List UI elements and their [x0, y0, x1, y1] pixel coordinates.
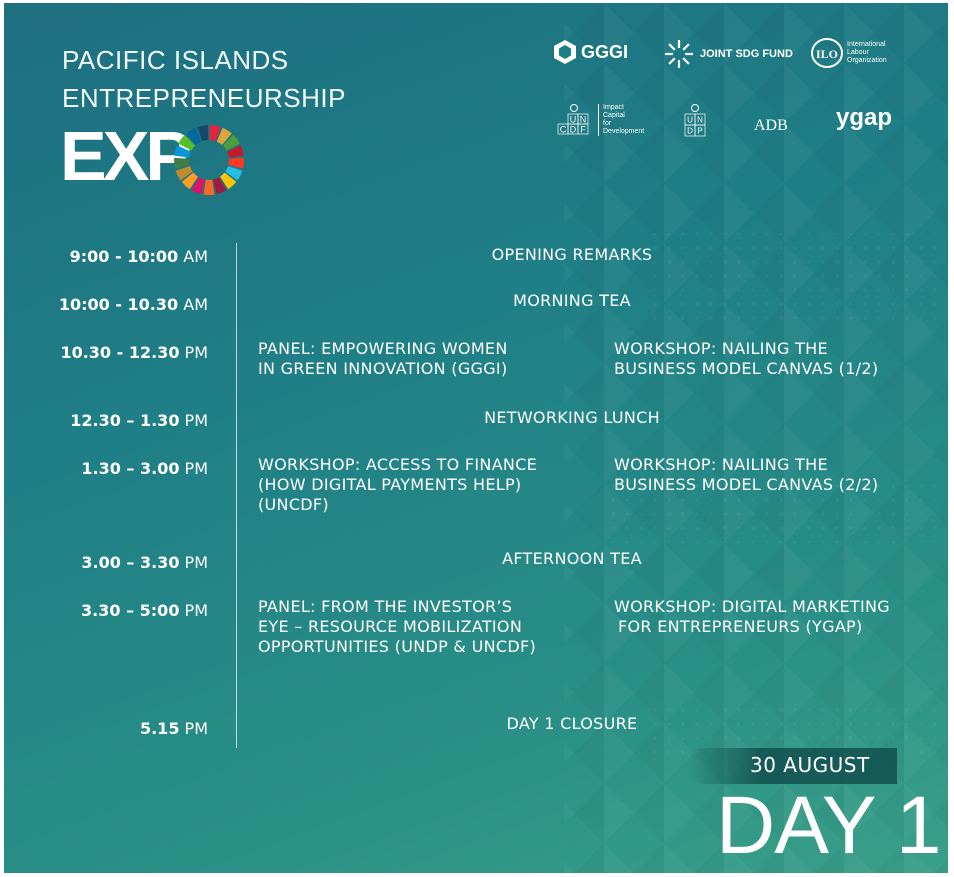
ygap-logo-text: ygap [836, 104, 893, 131]
sdg-wheel-icon [174, 125, 244, 195]
title-line-2: ENTREPRENEURSHIP [62, 83, 346, 113]
uncdf-grid-icon: UN CDF [557, 104, 589, 135]
session-line: EYE – RESOURCE MOBILIZATION [258, 617, 523, 636]
day-label: DAY 1 [716, 780, 941, 871]
session-line: WORKSHOP: DIGITAL MARKETING [614, 597, 890, 616]
session-left: PANEL: FROM THE INVESTOR’S EYE – RESOURC… [258, 597, 536, 657]
time-range: 12.30 – 1.30 [70, 411, 180, 430]
svg-text:D: D [570, 125, 577, 135]
session-left: PANEL: EMPOWERING WOMEN IN GREEN INNOVAT… [258, 339, 508, 379]
event-poster: PACIFIC ISLANDS ENTREPRENEURSHIP EXP GGG… [4, 3, 948, 873]
sdg-fund-burst-icon [665, 40, 693, 68]
event-title: AFTERNOON TEA [502, 549, 642, 568]
time-range: 9:00 - 10:00 [69, 247, 179, 266]
svg-text:N: N [697, 116, 703, 125]
session-line: BUSINESS MODEL CANVAS (1/2) [614, 359, 879, 378]
time-period: PM [179, 459, 208, 478]
schedule-time: 3.00 – 3.30 PM [8, 553, 208, 573]
session-line: OPPORTUNITIES (UNDP & UNCDF) [258, 637, 537, 656]
session-line: IN GREEN INNOVATION (GGGI) [258, 359, 508, 378]
uncdf-text-4: Development [603, 128, 645, 135]
uncdf-text-3: for [603, 120, 612, 127]
event-title: OPENING REMARKS [491, 245, 653, 264]
session-line: (UNCDF) [258, 495, 329, 514]
title-line-1: PACIFIC ISLANDS [62, 45, 289, 75]
schedule-divider [236, 243, 237, 748]
session-line: FOR ENTREPRENEURS (YGAP) [618, 617, 863, 636]
sdg-wheel-segment [203, 179, 215, 195]
time-range: 3.00 – 3.30 [81, 553, 180, 572]
joint-sdg-fund-text: JOINT SDG FUND [700, 48, 793, 60]
adb-logo: ADB [754, 117, 788, 135]
svg-text:ILO: ILO [816, 47, 838, 61]
ilo-text-1: International [847, 41, 886, 48]
svg-text:U: U [570, 115, 577, 125]
title-expo: EXP [60, 117, 192, 195]
gggi-logo-text: GGGI [581, 41, 629, 62]
time-period: PM [179, 601, 208, 620]
uncdf-logo: UN CDF Impact Capital for Development [554, 103, 644, 137]
time-range: 10:00 - 10.30 [58, 295, 179, 314]
time-period: PM [179, 719, 208, 738]
ilo-text-3: Organization [847, 57, 887, 64]
session-line: PANEL: FROM THE INVESTOR’S [258, 597, 513, 616]
session-right: WORKSHOP: DIGITAL MARKETING FOR ENTREPRE… [614, 597, 890, 637]
ilo-text-2: Labour [847, 49, 869, 56]
svg-text:N: N [580, 115, 587, 125]
time-period: AM [178, 247, 208, 266]
time-period: AM [178, 295, 208, 314]
time-range: 3.30 – 5:00 [81, 601, 180, 620]
uncdf-text-1: Impact [603, 104, 625, 111]
gggi-icon [554, 40, 576, 64]
schedule-time: 3.30 – 5:00 PM [8, 601, 208, 621]
event-title: NETWORKING LUNCH [484, 408, 660, 427]
adb-logo-text: ADB [754, 117, 788, 134]
session-line: WORKSHOP: NAILING THE [614, 339, 828, 358]
ilo-emblem-icon: ILO [811, 38, 843, 68]
time-period: PM [179, 411, 208, 430]
schedule-time: 9:00 - 10:00 AM [8, 247, 208, 267]
session-line: (HOW DIGITAL PAYMENTS HELP) [258, 475, 522, 494]
ilo-logo: ILO International Labour Organization [810, 37, 887, 69]
svg-text:P: P [697, 127, 702, 136]
ygap-logo: ygap [836, 104, 892, 132]
schedule-time: 12.30 – 1.30 PM [8, 411, 208, 431]
session-right: WORKSHOP: NAILING THE BUSINESS MODEL CAN… [614, 455, 878, 495]
schedule-time: 5.15 PM [8, 719, 208, 739]
gggi-logo: GGGI [552, 39, 628, 65]
uncdf-text-2: Capital [603, 112, 625, 119]
session-line: WORKSHOP: ACCESS TO FINANCE [258, 455, 538, 474]
schedule-time: 10:00 - 10.30 AM [8, 295, 208, 315]
schedule-time: 10.30 - 12.30 PM [8, 343, 208, 363]
svg-text:U: U [687, 116, 693, 125]
session-line: BUSINESS MODEL CANVAS (2/2) [614, 475, 879, 494]
time-period: PM [179, 343, 208, 362]
svg-text:F: F [580, 125, 586, 135]
session-line: PANEL: EMPOWERING WOMEN [258, 339, 508, 358]
joint-sdg-fund-logo: JOINT SDG FUND [662, 39, 793, 69]
undp-logo: UN DP [684, 103, 706, 139]
svg-text:C: C [560, 125, 567, 135]
time-range: 1.30 – 3.00 [81, 459, 180, 478]
session-line: WORKSHOP: NAILING THE [614, 455, 828, 474]
event-date: 30 AUGUST [750, 753, 870, 777]
session-left: WORKSHOP: ACCESS TO FINANCE (HOW DIGITAL… [258, 455, 537, 515]
time-period: PM [179, 553, 208, 572]
time-range: 5.15 [139, 719, 180, 738]
schedule-time: 1.30 – 3.00 PM [8, 459, 208, 479]
event-title: MORNING TEA [513, 291, 631, 310]
time-range: 10.30 - 12.30 [60, 343, 180, 362]
undp-grid-icon: UN DP [684, 104, 706, 137]
svg-text:D: D [687, 127, 693, 136]
session-right: WORKSHOP: NAILING THE BUSINESS MODEL CAN… [614, 339, 878, 379]
event-title: DAY 1 CLOSURE [506, 714, 638, 733]
